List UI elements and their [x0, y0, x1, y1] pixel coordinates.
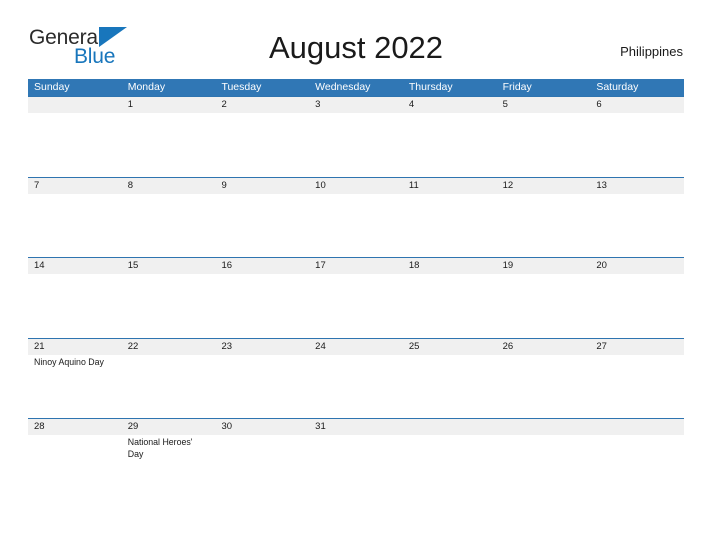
week-row: 28 29 30 31 National Heroes' Day — [28, 418, 684, 499]
day-cell[interactable] — [28, 194, 122, 258]
day-cell[interactable] — [590, 274, 684, 338]
day-cell[interactable] — [309, 355, 403, 419]
day-number[interactable]: 11 — [403, 178, 497, 194]
page-header: General Blue August 2022 Philippines — [0, 0, 712, 67]
day-cell[interactable] — [497, 194, 591, 258]
event-label: National Heroes' Day — [127, 437, 193, 459]
day-cell[interactable] — [590, 113, 684, 177]
week-event-band — [28, 274, 684, 338]
day-cell[interactable] — [122, 194, 216, 258]
day-number[interactable]: 23 — [215, 339, 309, 355]
day-cell[interactable] — [309, 274, 403, 338]
day-number[interactable] — [403, 419, 497, 435]
day-number[interactable]: 6 — [590, 97, 684, 113]
weekday-header-monday: Monday — [127, 81, 166, 93]
country-label: Philippines — [620, 44, 683, 59]
day-number[interactable]: 4 — [403, 97, 497, 113]
day-number[interactable] — [590, 419, 684, 435]
day-number[interactable]: 27 — [590, 339, 684, 355]
day-cell[interactable] — [28, 274, 122, 338]
day-cell[interactable] — [403, 274, 497, 338]
week-row: 7 8 9 10 11 12 13 — [28, 176, 684, 258]
day-number[interactable]: 21 — [28, 339, 122, 355]
day-number[interactable] — [28, 97, 122, 113]
day-cell[interactable] — [215, 113, 309, 177]
day-cell[interactable] — [309, 194, 403, 258]
day-number[interactable]: 14 — [28, 258, 122, 274]
day-cell[interactable] — [497, 435, 591, 499]
day-number[interactable]: 5 — [497, 97, 591, 113]
day-cell[interactable] — [590, 435, 684, 499]
day-cell[interactable] — [497, 355, 591, 419]
day-cell[interactable] — [28, 435, 122, 499]
week-date-band: 14 15 16 17 18 19 20 — [28, 258, 684, 274]
week-date-band: 7 8 9 10 11 12 13 — [28, 177, 684, 194]
weekday-header-friday: Friday — [502, 81, 532, 93]
day-number[interactable]: 26 — [497, 339, 591, 355]
day-number[interactable]: 15 — [122, 258, 216, 274]
day-cell[interactable] — [497, 274, 591, 338]
day-number[interactable]: 7 — [28, 178, 122, 194]
day-cell[interactable] — [215, 194, 309, 258]
day-number[interactable]: 29 — [122, 419, 216, 435]
weekday-header-wednesday: Wednesday — [315, 81, 371, 93]
event-label: Ninoy Aquino Day — [34, 356, 104, 367]
week-event-band — [28, 113, 684, 177]
day-number[interactable]: 22 — [122, 339, 216, 355]
day-number[interactable]: 2 — [215, 97, 309, 113]
weekday-header-row: Sunday Monday Tuesday Wednesday Thursday… — [28, 79, 684, 96]
day-number[interactable]: 25 — [403, 339, 497, 355]
week-event-band: Ninoy Aquino Day — [28, 355, 684, 419]
day-cell[interactable] — [122, 355, 216, 419]
weekday-header-thursday: Thursday — [408, 81, 453, 93]
day-number[interactable]: 17 — [309, 258, 403, 274]
day-cell[interactable]: National Heroes' Day — [122, 435, 216, 499]
week-date-band: 1 2 3 4 5 6 — [28, 97, 684, 113]
day-number[interactable] — [497, 419, 591, 435]
day-number[interactable]: 12 — [497, 178, 591, 194]
day-cell[interactable] — [309, 113, 403, 177]
page-title: August 2022 — [268, 30, 444, 65]
day-cell[interactable] — [122, 274, 216, 338]
day-number[interactable]: 8 — [122, 178, 216, 194]
week-date-band: 21 22 23 24 25 26 27 — [28, 338, 684, 355]
day-number[interactable]: 13 — [590, 178, 684, 194]
weekday-header-tuesday: Tuesday — [221, 81, 262, 93]
day-cell[interactable] — [590, 355, 684, 419]
day-cell[interactable] — [215, 274, 309, 338]
week-row: 1 2 3 4 5 6 — [28, 96, 684, 177]
weekday-header-saturday: Saturday — [596, 81, 639, 93]
day-cell[interactable] — [403, 435, 497, 499]
week-row: 14 15 16 17 18 19 20 — [28, 257, 684, 338]
day-number[interactable]: 30 — [215, 419, 309, 435]
day-cell[interactable] — [497, 113, 591, 177]
calendar-grid: Sunday Monday Tuesday Wednesday Thursday… — [28, 79, 684, 499]
day-number[interactable]: 10 — [309, 178, 403, 194]
day-number[interactable]: 19 — [497, 258, 591, 274]
week-row: 21 22 23 24 25 26 27 Ninoy Aquino Day — [28, 337, 684, 419]
day-number[interactable]: 20 — [590, 258, 684, 274]
day-number[interactable]: 9 — [215, 178, 309, 194]
day-number[interactable]: 3 — [309, 97, 403, 113]
day-cell[interactable] — [309, 435, 403, 499]
day-cell[interactable] — [215, 355, 309, 419]
day-number[interactable]: 1 — [122, 97, 216, 113]
day-cell[interactable] — [215, 435, 309, 499]
day-number[interactable]: 18 — [403, 258, 497, 274]
day-cell[interactable] — [403, 355, 497, 419]
week-date-band: 28 29 30 31 — [28, 419, 684, 435]
day-number[interactable]: 16 — [215, 258, 309, 274]
day-cell[interactable] — [403, 194, 497, 258]
week-event-band — [28, 194, 684, 258]
day-cell[interactable] — [403, 113, 497, 177]
day-number[interactable]: 28 — [28, 419, 122, 435]
day-number[interactable]: 24 — [309, 339, 403, 355]
day-cell[interactable] — [28, 113, 122, 177]
weekday-header-sunday: Sunday — [34, 81, 70, 93]
week-event-band: National Heroes' Day — [28, 435, 684, 499]
day-cell[interactable] — [122, 113, 216, 177]
day-cell[interactable] — [590, 194, 684, 258]
day-number[interactable]: 31 — [309, 419, 403, 435]
day-cell[interactable]: Ninoy Aquino Day — [28, 355, 122, 419]
